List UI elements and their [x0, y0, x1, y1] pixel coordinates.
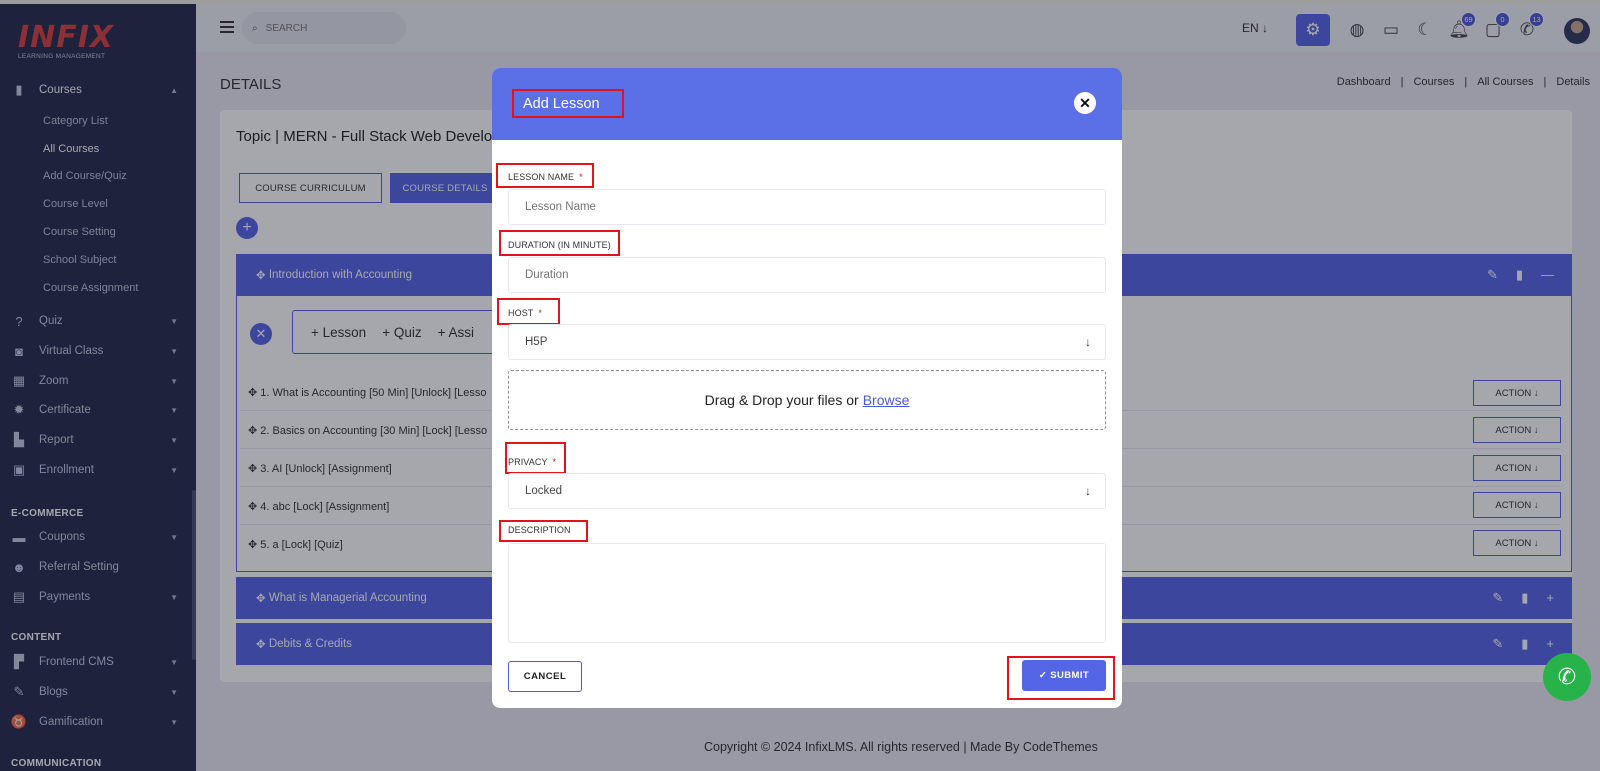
highlight-box: [499, 520, 588, 542]
cancel-button[interactable]: CANCEL: [508, 661, 582, 692]
highlight-box: [499, 230, 620, 256]
highlight-box: [512, 89, 624, 118]
modal-header: Add Lesson ✕: [492, 68, 1122, 140]
duration-field[interactable]: [508, 257, 1106, 293]
highlight-box: [496, 163, 594, 188]
close-icon[interactable]: ✕: [1074, 92, 1096, 114]
chevron-down-icon: ↓: [1085, 335, 1091, 349]
duration-input[interactable]: [525, 269, 1105, 281]
privacy-select[interactable]: Locked ↓: [508, 473, 1106, 509]
browse-link[interactable]: Browse: [863, 392, 910, 408]
highlight-box: [497, 298, 560, 325]
lesson-name-field[interactable]: [508, 189, 1106, 225]
whatsapp-icon[interactable]: ✆: [1543, 653, 1591, 701]
highlight-box: [505, 442, 566, 474]
lesson-name-input[interactable]: [525, 201, 1105, 213]
chevron-down-icon: ↓: [1085, 484, 1091, 498]
highlight-box: [1007, 656, 1115, 700]
host-select[interactable]: H5P ↓: [508, 324, 1106, 360]
file-dropzone[interactable]: Drag & Drop your files or Browse: [508, 370, 1106, 430]
description-textarea[interactable]: [508, 543, 1106, 643]
add-lesson-modal: Add Lesson ✕ LESSON NAME* DURATION (IN M…: [492, 68, 1122, 708]
